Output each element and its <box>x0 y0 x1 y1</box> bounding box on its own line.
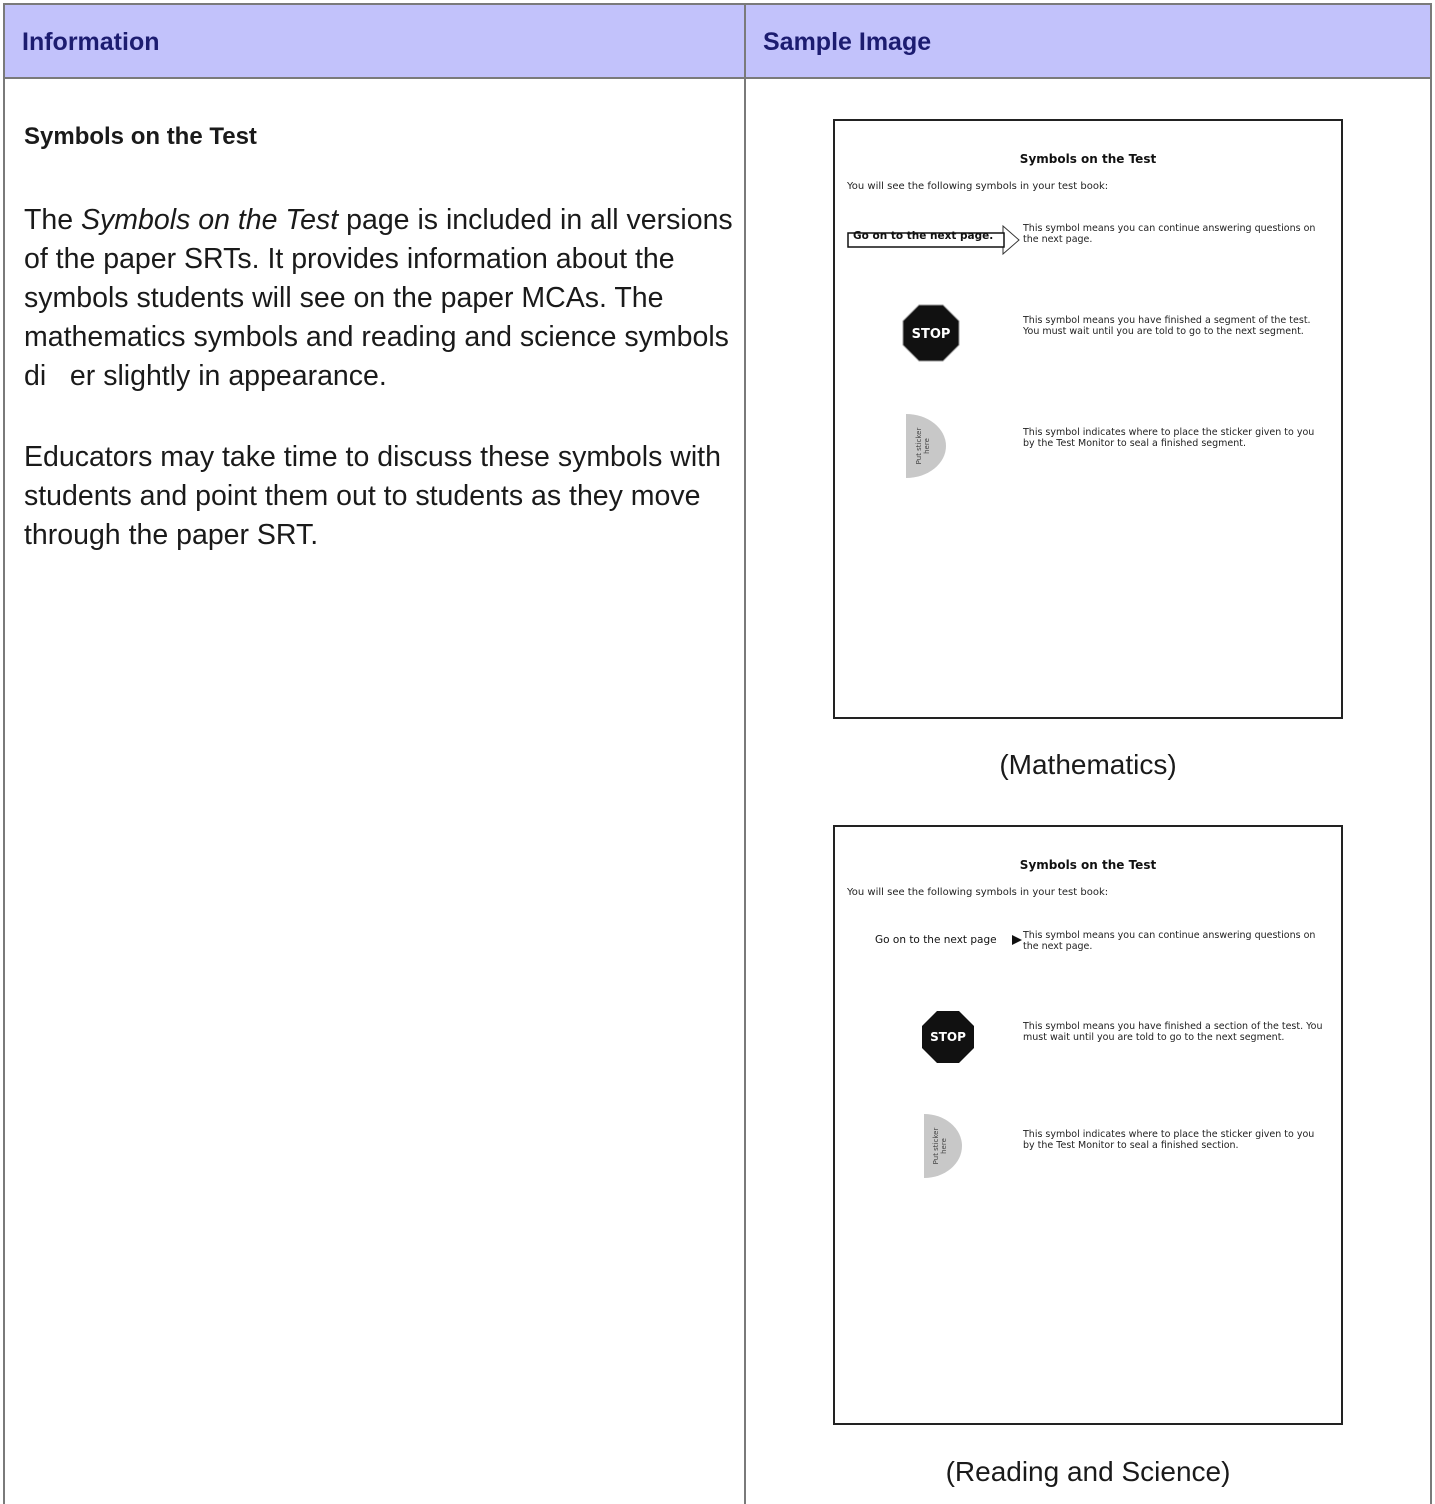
info-title: Symbols on the Test <box>24 123 257 150</box>
information-cell: Symbols on the Test The Symbols on the T… <box>3 77 746 1504</box>
sample-title: Symbols on the Test <box>1019 858 1157 872</box>
sticker-icon: Put sticker here <box>924 1114 962 1178</box>
stop-sign-icon: STOP <box>902 304 960 362</box>
stop-sign-icon: STOP <box>922 1011 974 1063</box>
info-paragraph-2: Educators may take time to discuss these… <box>24 441 721 551</box>
stop-description: This symbol means you have finished a se… <box>1023 315 1311 337</box>
play-arrow-icon <box>1012 935 1022 945</box>
sample-intro: You will see the following symbols in yo… <box>847 181 1109 192</box>
para1-italic-title: Symbols on the Test <box>81 204 339 236</box>
math-sample-page: Symbols on the Test You will see the fol… <box>833 119 1343 719</box>
sample-image-cell: Symbols on the Test You will see the fol… <box>744 77 1432 1504</box>
go-on-label: Go on to the next page. <box>853 230 994 242</box>
stop-description: This symbol means you have finished a se… <box>1023 1021 1323 1043</box>
sticker-description: This symbol indicates where to place the… <box>1023 1129 1315 1151</box>
header-information: Information <box>3 3 746 79</box>
reading-caption: (Reading and Science) <box>945 1456 1231 1487</box>
sticker-icon: Put sticker here <box>906 414 946 478</box>
para1-prefix: The <box>24 204 82 236</box>
sticker-description: This symbol indicates where to place the… <box>1023 427 1315 449</box>
sticker-label-1: Put sticker <box>915 428 923 465</box>
stop-label: STOP <box>930 1030 966 1044</box>
info-paragraph-1: The Symbols on the Test page is included… <box>24 201 734 396</box>
header-sample-image: Sample Image <box>744 3 1432 79</box>
sample-title: Symbols on the Test <box>1019 152 1157 166</box>
sticker-label-2: here <box>923 438 931 454</box>
sticker-label-1: Put sticker <box>932 1128 940 1165</box>
math-caption: (Mathematics) <box>999 749 1177 780</box>
reading-sample-page: Symbols on the Test You will see the fol… <box>833 825 1343 1425</box>
sticker-label-2: here <box>940 1138 948 1154</box>
info-table: Information Sample Image Symbols on the … <box>3 3 1432 1504</box>
go-on-description: This symbol means you can continue answe… <box>1023 223 1316 245</box>
stop-label: STOP <box>912 327 951 342</box>
go-on-label: Go on to the next page <box>875 934 997 946</box>
sample-intro: You will see the following symbols in yo… <box>847 887 1109 898</box>
go-on-description: This symbol means you can continue answe… <box>1023 930 1316 952</box>
